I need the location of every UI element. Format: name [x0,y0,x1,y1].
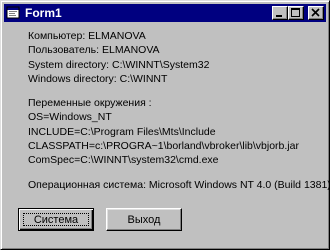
exit-button[interactable]: Выход [106,208,182,231]
close-button[interactable] [308,6,324,20]
form1-window: Form1 Компьютер: ELMANOVA Пользователь: … [0,0,330,250]
env-comspec-label: ComSpec=C:\WINNT\system32\cmd.exe [28,154,219,167]
maximize-icon [291,8,300,17]
app-window-icon[interactable] [5,5,21,21]
user-label: Пользователь: ELMANOVA [28,44,160,57]
title-bar[interactable]: Form1 [4,4,326,22]
window-title: Form1 [25,6,62,20]
system-button[interactable]: Система [18,208,94,231]
maximize-button[interactable] [288,6,304,20]
minimize-button[interactable] [272,6,288,20]
env-include-label: INCLUDE=C:\Program Files\Mts\Include [28,125,216,138]
system-directory-label: System directory: C:\WINNT\System32 [28,58,210,71]
exit-button-label: Выход [127,213,161,226]
minimize-icon [276,15,282,17]
env-classpath-label: CLASSPATH=c:\PROGRA~1\borland\vbroker\li… [28,140,299,153]
env-header-label: Переменные окружения : [28,97,152,110]
computer-label: Компьютер: ELMANOVA [28,30,146,42]
info-panel: Компьютер: ELMANOVA Пользователь: ELMANO… [28,29,330,192]
env-os-label: OS=Windows_NT [28,111,112,124]
close-icon [311,8,320,17]
focus-rect [23,213,89,226]
os-version-label: Операционная система: Microsoft Windows … [28,178,330,191]
windows-directory-label: Windows directory: C:\WINNT [28,72,168,85]
